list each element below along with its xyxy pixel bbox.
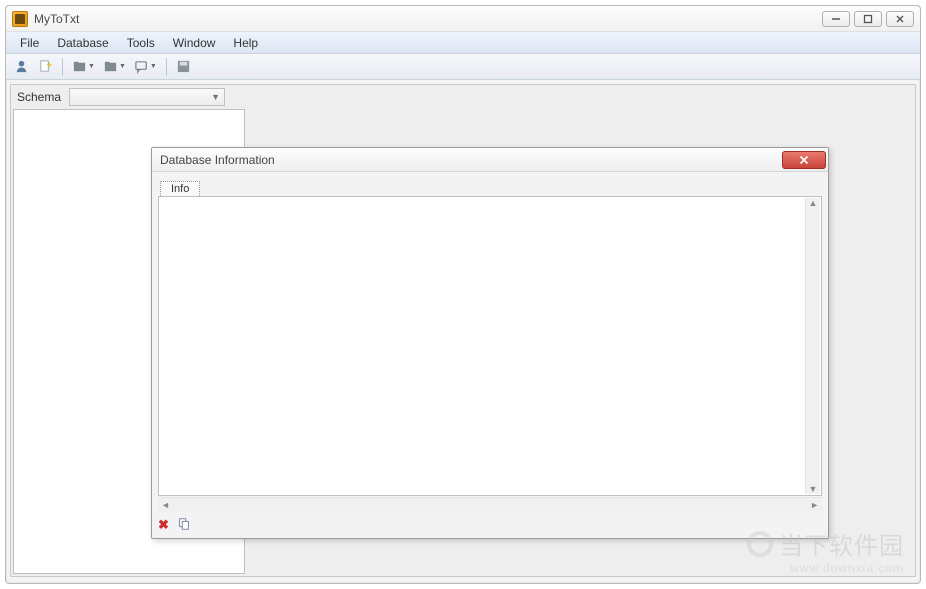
delete-button[interactable]: ✖ [158, 517, 169, 533]
copy-icon [177, 517, 191, 531]
chevron-down-icon: ▼ [119, 63, 126, 70]
dialog-body: Info ▲ ▼ ◄ ► [158, 176, 822, 512]
dialog-footer: ✖ [158, 516, 191, 534]
toolbar-separator [62, 58, 63, 76]
folder-icon [72, 59, 87, 74]
chevron-down-icon: ▼ [150, 63, 157, 70]
delete-icon: ✖ [158, 517, 169, 532]
toolbar-separator [166, 58, 167, 76]
close-icon [799, 155, 809, 165]
app-title: MyToTxt [34, 12, 822, 26]
toolbar-folder2-button[interactable]: ▼ [102, 58, 127, 76]
document-sparkle-icon [38, 59, 53, 74]
dialog-title: Database Information [160, 153, 782, 167]
disk-icon [176, 59, 191, 74]
toolbar-connect-button[interactable] [12, 58, 30, 76]
toolbar-query-button[interactable]: ▼ [133, 58, 158, 76]
tabstrip: Info [158, 176, 822, 196]
menubar: File Database Tools Window Help [6, 32, 920, 54]
copy-button[interactable] [177, 517, 191, 534]
schema-label: Schema [13, 90, 65, 104]
toolbar: ▼ ▼ ▼ [6, 54, 920, 80]
chevron-down-icon: ▼ [88, 63, 95, 70]
tab-info[interactable]: Info [160, 181, 200, 196]
scroll-up-icon: ▲ [809, 198, 818, 208]
message-icon [134, 59, 149, 74]
scroll-left-icon: ◄ [161, 500, 170, 510]
maximize-button[interactable] [854, 11, 882, 27]
menu-help[interactable]: Help [225, 34, 266, 52]
app-icon [12, 11, 28, 27]
schema-combobox[interactable]: ▼ [69, 88, 225, 106]
folder-icon [103, 59, 118, 74]
database-information-dialog: Database Information Info ▲ ▼ ◄ ► ✖ [151, 147, 829, 539]
toolbar-disk-button[interactable] [175, 58, 193, 76]
schema-bar: Schema ▼ [13, 87, 225, 107]
dialog-close-button[interactable] [782, 151, 826, 169]
scroll-down-icon: ▼ [809, 484, 818, 494]
chevron-down-icon: ▼ [211, 92, 220, 102]
toolbar-new-button[interactable] [36, 58, 54, 76]
close-button[interactable] [886, 11, 914, 27]
menu-window[interactable]: Window [165, 34, 224, 52]
maximize-icon [863, 14, 873, 24]
horizontal-scrollbar[interactable]: ◄ ► [158, 497, 822, 512]
dialog-titlebar: Database Information [152, 148, 828, 172]
scroll-right-icon: ► [810, 500, 819, 510]
close-icon [895, 14, 905, 24]
titlebar: MyToTxt [6, 6, 920, 32]
person-icon [14, 59, 29, 74]
info-text-panel[interactable]: ▲ ▼ [158, 196, 822, 496]
minimize-button[interactable] [822, 11, 850, 27]
window-controls [822, 11, 914, 27]
toolbar-folder-button[interactable]: ▼ [71, 58, 96, 76]
minimize-icon [831, 14, 841, 24]
menu-database[interactable]: Database [49, 34, 116, 52]
vertical-scrollbar[interactable]: ▲ ▼ [805, 198, 820, 494]
menu-file[interactable]: File [12, 34, 47, 52]
menu-tools[interactable]: Tools [119, 34, 163, 52]
